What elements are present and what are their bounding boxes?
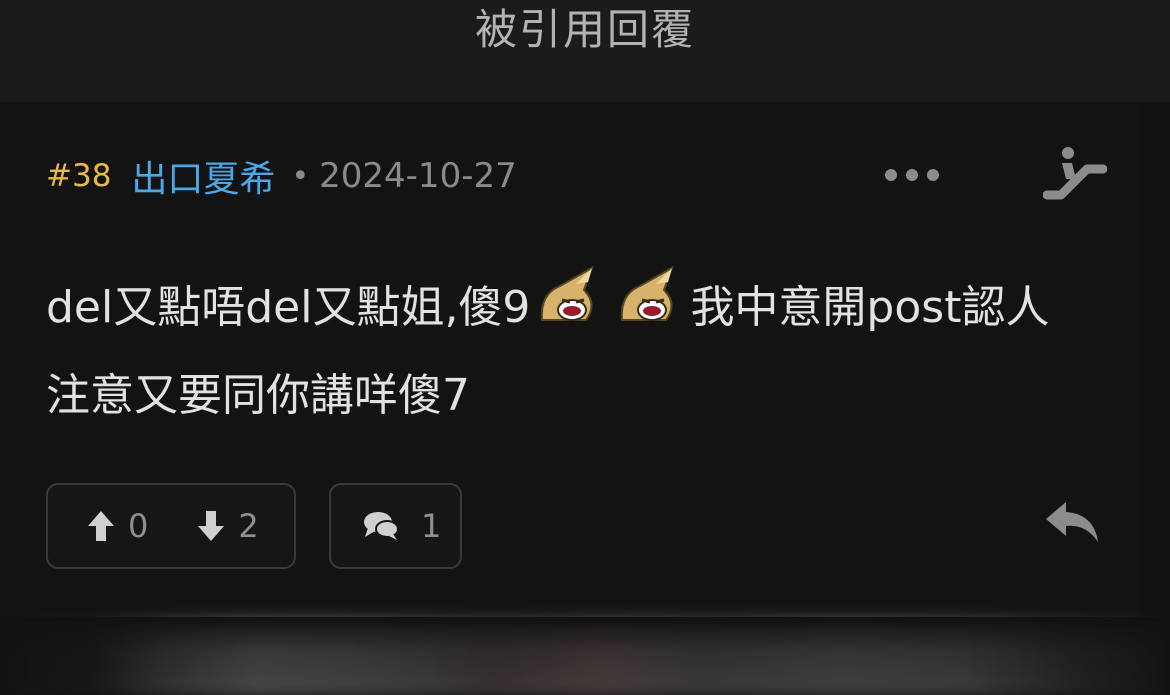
header-bar: 被引用回覆: [0, 0, 1170, 102]
laughing-sticker-icon: [621, 265, 675, 321]
more-button[interactable]: [880, 160, 944, 190]
meta-separator: •: [291, 158, 310, 194]
reply-icon: [1046, 502, 1098, 542]
comments-icon: [364, 512, 399, 540]
post-text-part1: del又點唔del又點姐,傻9: [46, 282, 531, 333]
arrow-up-icon: [88, 511, 114, 541]
post-author[interactable]: 出口夏希: [131, 150, 275, 202]
page-title: 被引用回覆: [474, 5, 695, 54]
upvote-count: 0: [128, 507, 149, 545]
downvote-button[interactable]: 2: [196, 507, 259, 545]
upvote-button[interactable]: 0: [86, 507, 148, 545]
preview-fade: [0, 617, 1170, 695]
laughing-sticker-icon: [541, 265, 595, 321]
post-meta: #38 出口夏希 • 2024-10-27: [46, 148, 517, 204]
escalator-icon: [1043, 147, 1107, 200]
post-date: 2024-10-27: [319, 156, 517, 196]
arrow-down-icon: [198, 511, 225, 541]
page: 被引用回覆 #38 出口夏希 • 2024-10-27 del又點唔del又點姐…: [0, 0, 1170, 695]
more-horizontal-icon: [885, 169, 939, 181]
downvote-count: 2: [238, 507, 259, 545]
escalator-button[interactable]: [1038, 140, 1112, 210]
comments-button[interactable]: 1: [329, 483, 462, 569]
reply-button[interactable]: [1040, 494, 1104, 550]
post-number[interactable]: #38: [46, 158, 111, 194]
comment-count: 1: [421, 507, 442, 545]
vote-box: 0 2: [46, 483, 296, 569]
post-body: del又點唔del又點姐,傻9 我中意開post認人注意又要同你講咩傻7: [46, 264, 1076, 440]
